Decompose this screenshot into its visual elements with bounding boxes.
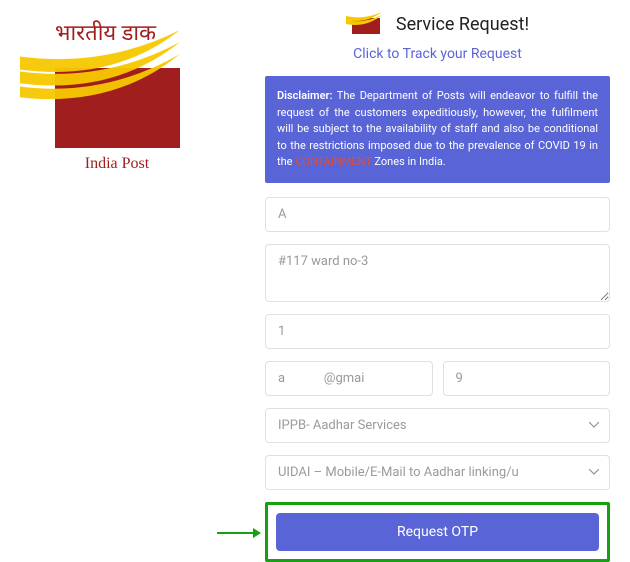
email-input[interactable]	[265, 361, 433, 396]
request-otp-button[interactable]: Request OTP	[276, 513, 599, 551]
containment-word: CONTAINMENT	[295, 155, 371, 168]
service-select[interactable]: IPPB- Aadhar Services	[265, 408, 610, 443]
india-post-logo: भारतीय डाक India Post	[20, 10, 220, 190]
svg-text:India Post: India Post	[85, 155, 150, 172]
disclaimer-box: Disclaimer: The Department of Posts will…	[265, 76, 610, 183]
pincode-input[interactable]	[265, 314, 610, 349]
page-title: Service Request!	[396, 14, 529, 35]
name-input[interactable]	[265, 197, 610, 232]
submit-highlight: Request OTP	[265, 502, 610, 562]
disclaimer-label: Disclaimer:	[277, 89, 332, 102]
subservice-select[interactable]: UIDAI – Mobile/E-Mail to Aadhar linking/…	[265, 455, 610, 490]
address-input[interactable]: #117 ward no-3	[265, 244, 610, 302]
disclaimer-text-after: Zones in India.	[372, 155, 446, 168]
mobile-input[interactable]	[443, 361, 611, 396]
track-request-link[interactable]: Click to Track your Request	[265, 46, 610, 62]
india-post-mini-logo	[346, 10, 386, 38]
arrow-icon	[217, 525, 261, 539]
svg-text:भारतीय डाक: भारतीय डाक	[55, 20, 157, 45]
